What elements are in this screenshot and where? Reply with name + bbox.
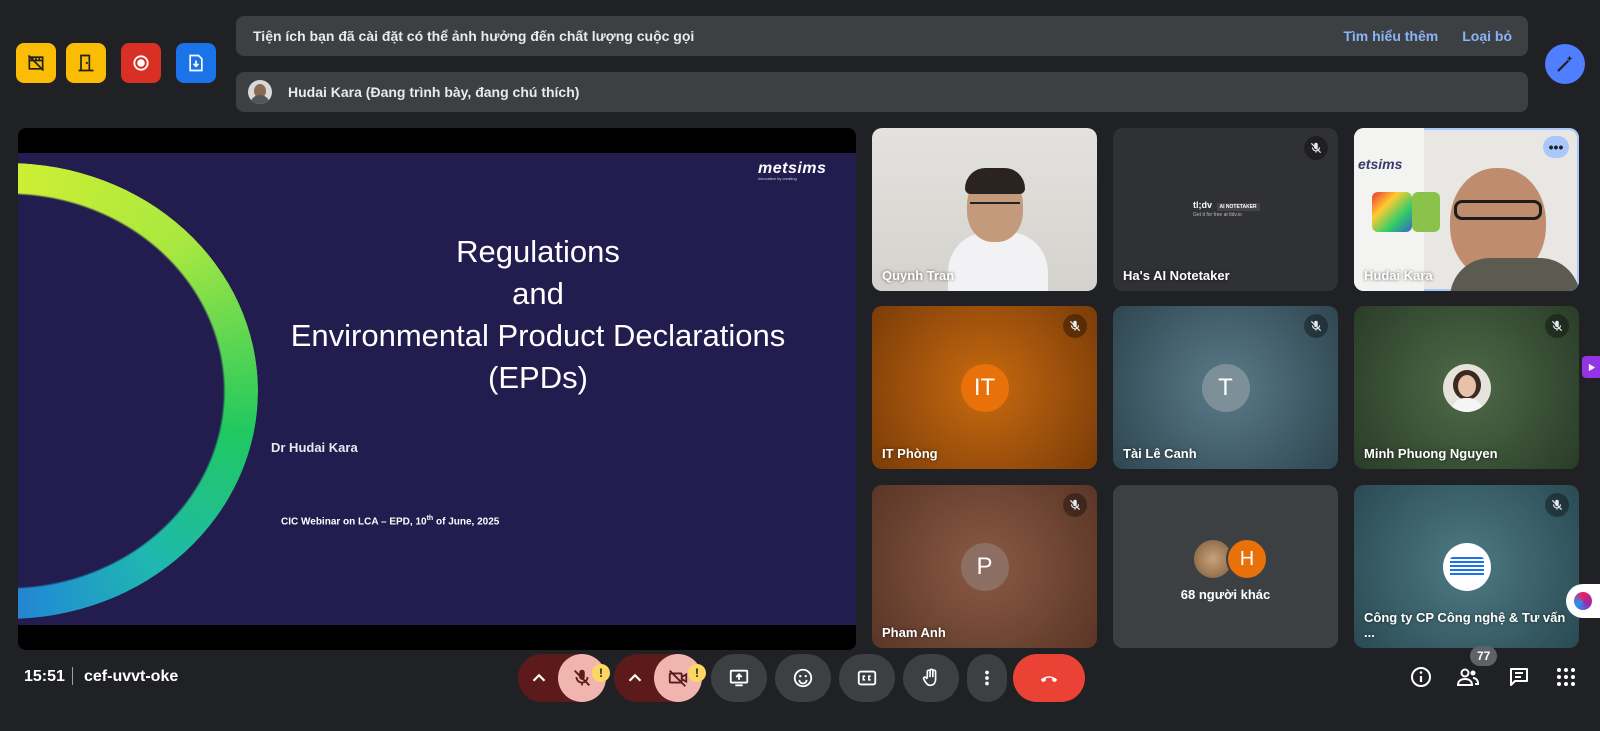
warning-text: Tiện ích bạn đã cài đặt có thể ảnh hưởng… (253, 28, 695, 44)
recording-button[interactable] (121, 43, 161, 83)
chevron-up-icon (628, 673, 642, 682)
others-avatar-2: H (1226, 538, 1268, 580)
company-logo-icon (1442, 542, 1491, 591)
slide-gradient-ring (18, 163, 258, 619)
mic-off-icon (1551, 499, 1563, 511)
participant-tile-pham-anh[interactable]: P Pham Anh (872, 485, 1097, 648)
camera-off-icon (668, 670, 688, 687)
learn-more-link[interactable]: Tìm hiểu thêm (1343, 28, 1438, 44)
presentation-stage[interactable]: metsims innovative by creating Regulatio… (18, 128, 856, 650)
chat-button[interactable] (1506, 664, 1532, 690)
annotate-button[interactable] (1545, 44, 1585, 84)
mic-warning-icon: ! (592, 664, 610, 682)
mic-off-icon (574, 669, 590, 686)
participant-avatar (1442, 363, 1491, 412)
muted-mic-indicator (1304, 136, 1328, 160)
participant-tile-ai-notetaker[interactable]: tl;dv AI NOTETAKER Get it for free at tl… (1113, 128, 1338, 291)
participant-name: Quynh Tran (882, 268, 955, 283)
participant-tile-tai-le-canh[interactable]: T Tài Lê Canh (1113, 306, 1338, 469)
leave-call-button[interactable] (1013, 654, 1085, 702)
participant-name: Ha's AI Notetaker (1123, 268, 1230, 283)
background-logo: etsims (1358, 156, 1403, 172)
document-download-icon (189, 54, 203, 72)
participant-tile-cong-ty-cp[interactable]: Công ty CP Công nghệ & Tư vấn ... (1354, 485, 1579, 648)
participant-name: Hudai Kara (1364, 268, 1433, 283)
mic-off-icon (1310, 142, 1322, 154)
film-off-icon (27, 54, 45, 72)
extension-warning-banner: Tiện ích bạn đã cài đặt có thể ảnh hưởng… (236, 16, 1528, 56)
mic-options-button[interactable] (518, 654, 560, 702)
participant-name: Pham Anh (882, 625, 946, 640)
notetaker-brand: tl;dv AI NOTETAKER Get it for free at tl… (1193, 200, 1260, 218)
slide-event: CIC Webinar on LCA – EPD, 10th of June, … (281, 515, 500, 528)
slide: metsims innovative by creating Regulatio… (18, 153, 856, 625)
slide-author: Dr Hudai Kara (271, 440, 358, 455)
people-icon (1456, 668, 1480, 686)
more-vert-icon (985, 670, 989, 686)
participant-count-badge: 77 (1470, 646, 1498, 666)
mic-off-icon (1551, 320, 1563, 332)
people-button[interactable] (1455, 664, 1481, 690)
participant-avatar: T (1201, 363, 1250, 412)
participant-name: Tài Lê Canh (1123, 446, 1197, 461)
clock: 15:51 (24, 668, 65, 685)
camera-options-button[interactable] (614, 654, 656, 702)
closed-captions-icon (857, 670, 877, 686)
participant-tile-it-phong[interactable]: IT IT Phòng (872, 306, 1097, 469)
camera-warning-icon: ! (688, 664, 706, 682)
notes-button[interactable] (176, 43, 216, 83)
reactions-button[interactable] (775, 654, 831, 702)
info-icon (1411, 667, 1431, 687)
host-door-control[interactable] (66, 43, 106, 83)
raise-hand-icon (922, 668, 937, 687)
participant-tile-minh-phuong-nguyen[interactable]: Minh Phuong Nguyen (1354, 306, 1579, 469)
chat-icon (1510, 668, 1528, 686)
muted-mic-indicator (1063, 493, 1087, 517)
participant-avatar: IT (960, 363, 1009, 412)
chevron-up-icon (532, 673, 546, 682)
present-screen-icon (729, 669, 749, 687)
emoji-icon (793, 668, 813, 688)
presenter-text: Hudai Kara (Đang trình bày, đang chú thí… (288, 84, 580, 100)
apps-grid-icon (1557, 668, 1575, 686)
muted-mic-indicator (1545, 314, 1569, 338)
others-count: 68 người khác (1180, 587, 1271, 602)
meeting-code: cef-uvvt-oke (84, 668, 179, 685)
slide-title: Regulations and Environmental Product De… (290, 234, 786, 395)
muted-mic-indicator (1545, 493, 1569, 517)
mic-off-icon (1069, 320, 1081, 332)
side-panel-play-icon[interactable] (1582, 356, 1600, 378)
raise-hand-button[interactable] (903, 654, 959, 702)
participant-avatar: P (960, 542, 1009, 591)
captions-button[interactable] (839, 654, 895, 702)
participant-name: Minh Phuong Nguyen (1364, 446, 1498, 461)
participant-name: Công ty CP Công nghệ & Tư vấn ... (1364, 610, 1566, 640)
participant-tile-others[interactable]: H 68 người khác (1113, 485, 1338, 648)
participant-tile-quynh-tran[interactable]: Quynh Tran (872, 128, 1097, 291)
door-icon (78, 54, 94, 72)
more-options-icon[interactable]: ••• (1543, 136, 1569, 158)
divider (72, 667, 73, 685)
more-options-button[interactable] (967, 654, 1007, 702)
presenter-avatar (248, 80, 272, 104)
dismiss-link[interactable]: Loại bỏ (1462, 28, 1512, 44)
muted-mic-indicator (1304, 314, 1328, 338)
slide-logo: metsims innovative by creating (758, 160, 827, 181)
participant-tile-hudai-kara[interactable]: etsims ••• Hudai Kara (1354, 128, 1579, 291)
presenter-banner: Hudai Kara (Đang trình bày, đang chú thí… (236, 72, 1528, 112)
magic-pen-icon (1557, 55, 1573, 72)
mic-off-icon (1310, 320, 1322, 332)
activities-button[interactable] (1553, 664, 1579, 690)
participant-name: IT Phòng (882, 446, 938, 461)
mic-off-icon (1069, 499, 1081, 511)
brain-extension-icon[interactable] (1566, 584, 1600, 618)
no-video-control-icon[interactable] (16, 43, 56, 83)
record-icon (133, 55, 149, 71)
muted-mic-indicator (1063, 314, 1087, 338)
meeting-info-button[interactable] (1408, 664, 1434, 690)
hang-up-icon (1040, 676, 1058, 683)
present-screen-button[interactable] (711, 654, 767, 702)
